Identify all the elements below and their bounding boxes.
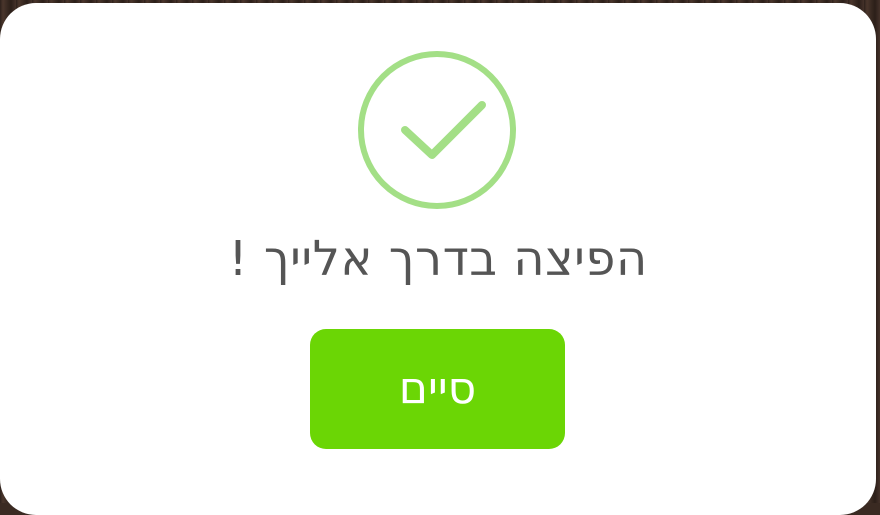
check-circle-icon xyxy=(357,50,517,210)
confirmation-dialog: הפיצה בדרך אלייך ! סיים xyxy=(0,3,876,515)
confirmation-message: הפיצה בדרך אלייך ! xyxy=(228,231,648,287)
done-button[interactable]: סיים xyxy=(310,329,565,449)
